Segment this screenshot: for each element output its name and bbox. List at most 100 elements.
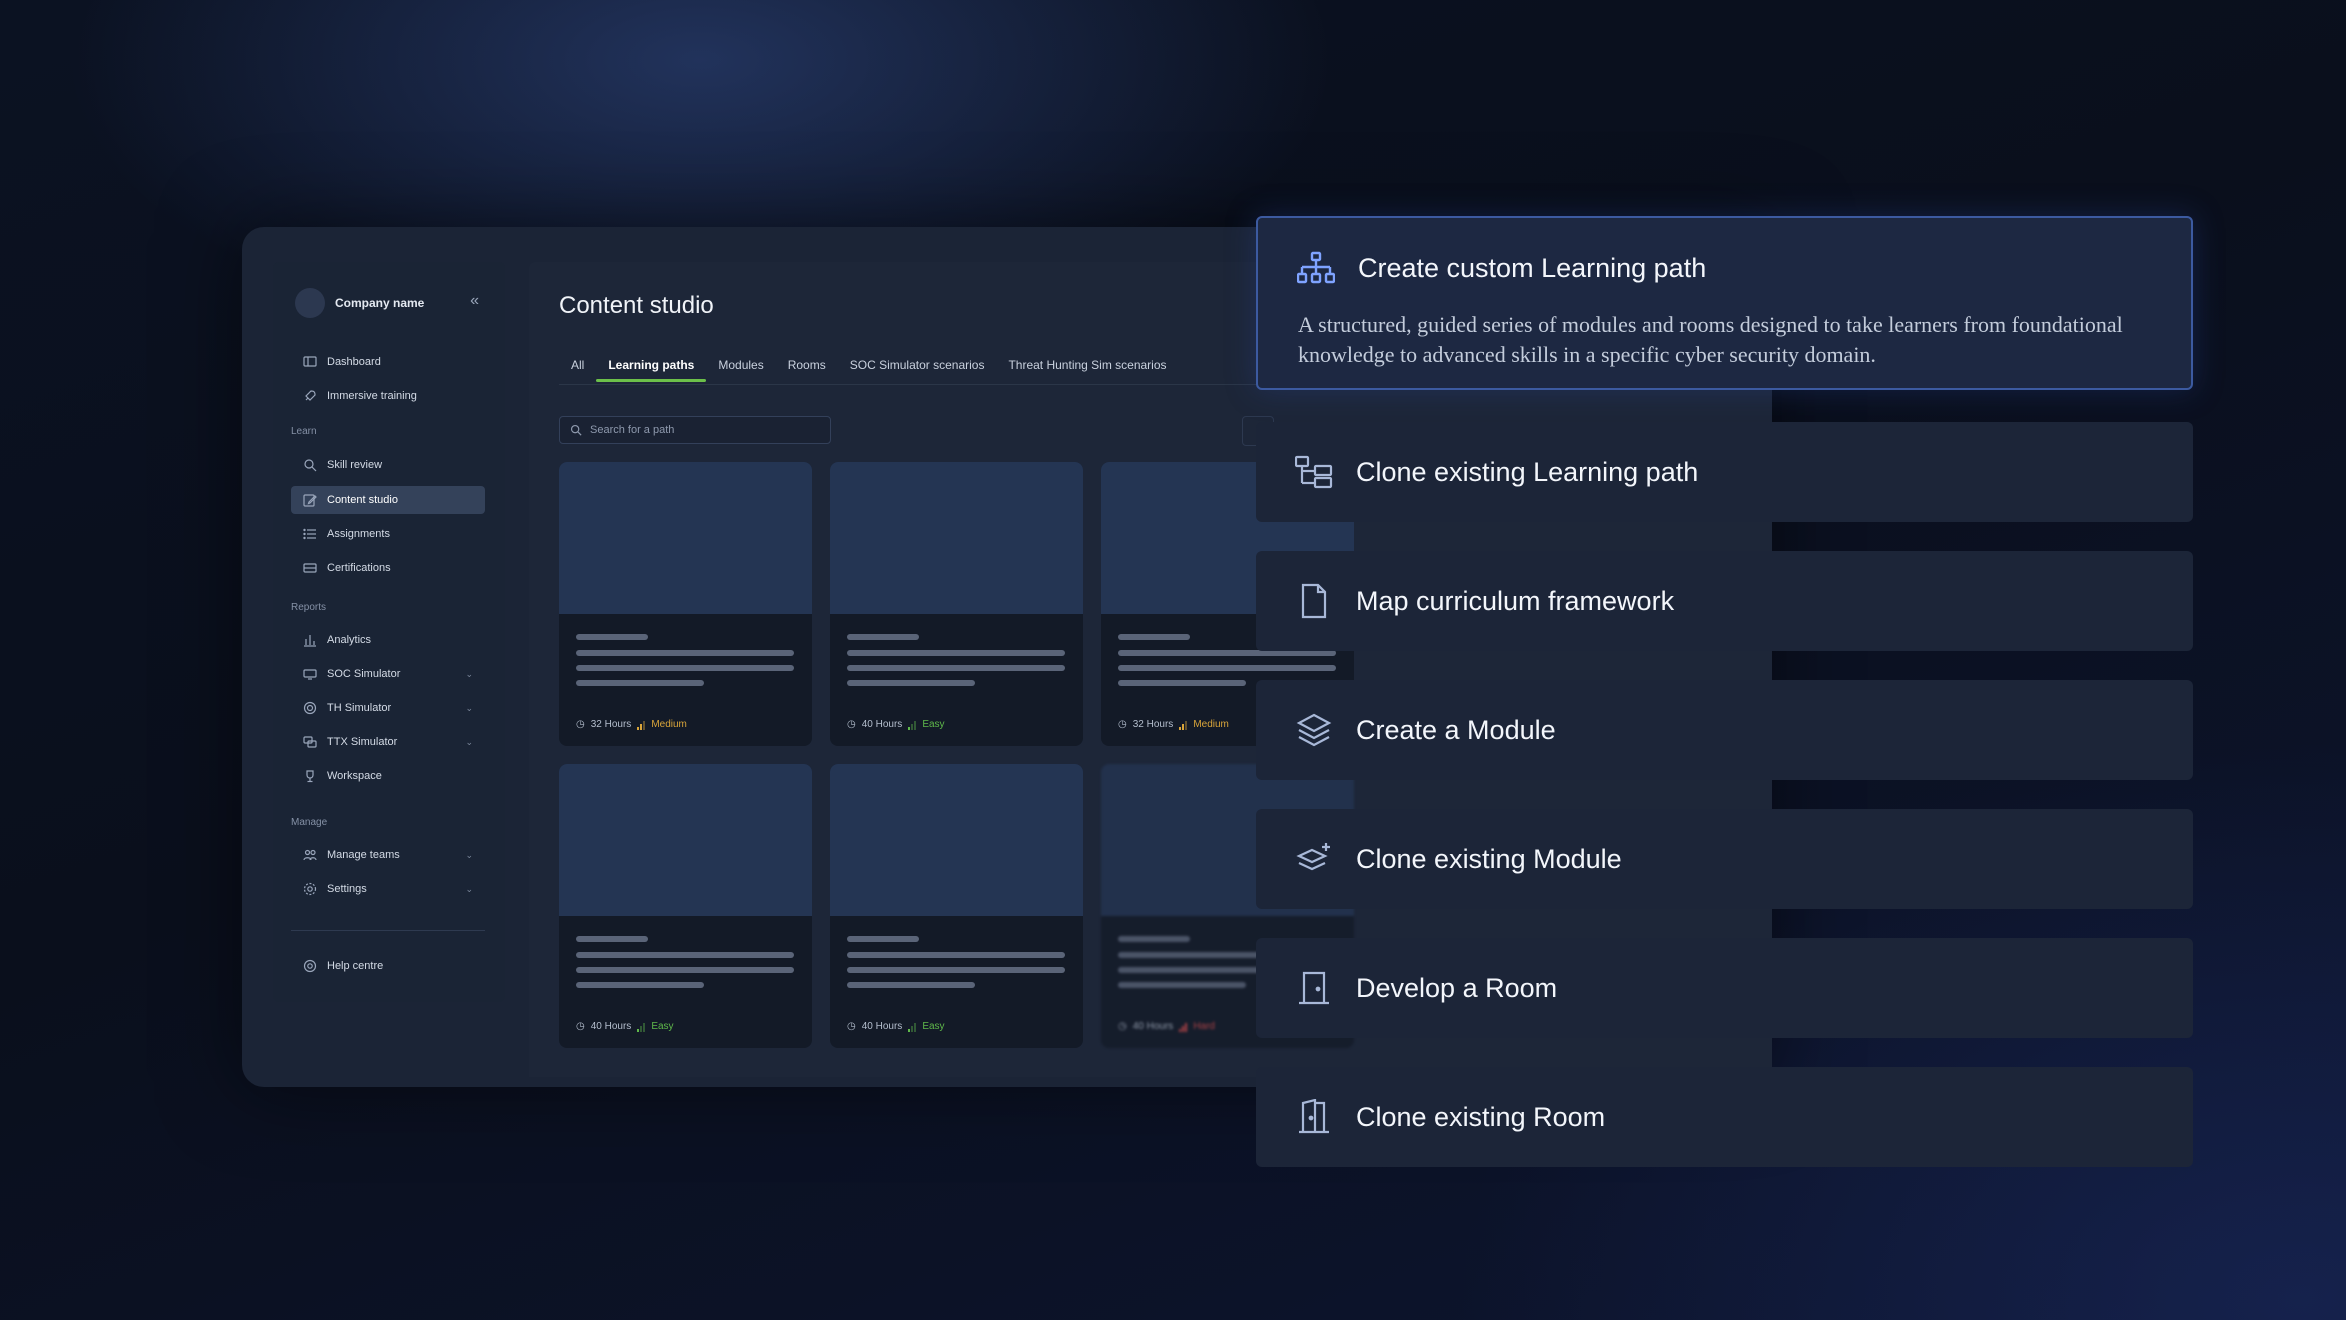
search-input[interactable]: Search for a path <box>559 416 831 444</box>
card-hours: 40 Hours <box>590 1021 632 1032</box>
sidebar-item-ttx-simulator[interactable]: TTX Simulator ⌄ <box>291 728 485 756</box>
option-title: Clone existing Learning path <box>1356 456 1699 487</box>
sidebar-item-label: Dashboard <box>327 356 381 368</box>
card-meta: ◷ 40 Hours Hard <box>1118 1021 1215 1032</box>
hierarchy-icon <box>1296 248 1336 288</box>
difficulty-bars-icon <box>1179 720 1188 730</box>
sidebar-item-label: SOC Simulator <box>327 668 401 680</box>
document-icon <box>1294 581 1334 621</box>
clock-icon: ◷ <box>576 719 585 730</box>
card-level: Hard <box>1193 1021 1215 1032</box>
card-text-placeholder <box>847 665 1065 671</box>
edit-icon <box>303 493 317 507</box>
card-meta: ◷ 40 Hours Easy <box>847 1021 945 1032</box>
card-text-placeholder <box>1118 665 1336 671</box>
card-text-placeholder <box>576 665 794 671</box>
learning-path-card[interactable]: ◷ 40 Hours Easy <box>559 764 812 1048</box>
sidebar-item-manage-teams[interactable]: Manage teams ⌄ <box>291 841 485 869</box>
card-hours: 40 Hours <box>861 719 903 730</box>
door-open-icon <box>1294 1097 1334 1137</box>
card-level: Medium <box>1193 719 1229 730</box>
clock-icon: ◷ <box>576 1021 585 1032</box>
card-text-placeholder <box>576 952 794 958</box>
sidebar-item-label: TH Simulator <box>327 702 392 714</box>
sidebar-item-label: Skill review <box>327 459 383 471</box>
list-icon <box>303 527 317 541</box>
gear-icon <box>303 882 317 896</box>
sidebar-item-label: Assignments <box>327 528 390 540</box>
tab-rooms[interactable]: Rooms <box>776 358 838 382</box>
card-title-placeholder <box>576 936 648 942</box>
collapse-sidebar-icon[interactable]: « <box>470 292 479 310</box>
option-clone-existing-room[interactable]: Clone existing Room <box>1256 1067 2193 1167</box>
card-text-placeholder <box>1118 680 1246 686</box>
option-create-custom-learning-path[interactable]: Create custom Learning path A structured… <box>1256 216 2193 390</box>
card-title-placeholder <box>847 936 919 942</box>
option-map-curriculum-framework[interactable]: Map curriculum framework <box>1256 551 2193 651</box>
tab-soc-simulator-scenarios[interactable]: SOC Simulator scenarios <box>838 358 997 382</box>
sidebar-item-settings[interactable]: Settings ⌄ <box>291 875 485 903</box>
option-title: Create a Module <box>1356 714 1556 745</box>
certificate-icon <box>303 561 317 575</box>
sidebar-item-label: Content studio <box>327 494 398 506</box>
option-clone-existing-module[interactable]: Clone existing Module <box>1256 809 2193 909</box>
sidebar-item-certifications[interactable]: Certifications <box>291 554 485 582</box>
help-icon <box>303 959 317 973</box>
team-icon <box>303 848 317 862</box>
chevron-down-icon[interactable]: ⌄ <box>465 669 473 680</box>
sidebar-item-content-studio[interactable]: Content studio <box>291 486 485 514</box>
sidebar-item-skill-review[interactable]: Skill review <box>291 451 485 479</box>
rocket-icon <box>303 389 317 403</box>
search-icon <box>303 458 317 472</box>
sidebar-item-assignments[interactable]: Assignments <box>291 520 485 548</box>
clone-tree-icon <box>1294 452 1334 492</box>
card-thumbnail <box>830 462 1083 614</box>
sidebar-item-immersive-training[interactable]: Immersive training <box>291 382 485 410</box>
section-learn: Learn <box>291 426 317 437</box>
difficulty-bars-icon <box>1179 1022 1188 1032</box>
learning-path-card[interactable]: ◷ 32 Hours Medium <box>559 462 812 746</box>
layers-icon <box>1294 710 1334 750</box>
sidebar-item-soc-simulator[interactable]: SOC Simulator ⌄ <box>291 660 485 688</box>
card-text-placeholder <box>576 982 704 988</box>
tab-learning-paths[interactable]: Learning paths <box>596 358 707 382</box>
card-text-placeholder <box>847 982 975 988</box>
sidebar-item-analytics[interactable]: Analytics <box>291 626 485 654</box>
card-text-placeholder <box>847 650 1065 656</box>
card-title-placeholder <box>847 634 919 640</box>
chevron-down-icon[interactable]: ⌄ <box>465 703 473 714</box>
option-create-a-module[interactable]: Create a Module <box>1256 680 2193 780</box>
sidebar-item-dashboard[interactable]: Dashboard <box>291 348 485 376</box>
sidebar-item-th-simulator[interactable]: TH Simulator ⌄ <box>291 694 485 722</box>
sidebar-item-label: Immersive training <box>327 390 417 402</box>
card-text-placeholder <box>576 967 794 973</box>
tab-modules[interactable]: Modules <box>706 358 775 382</box>
sidebar-item-workspace[interactable]: Workspace <box>291 762 485 790</box>
card-thumbnail <box>559 462 812 614</box>
card-hours: 40 Hours <box>1132 1021 1174 1032</box>
option-title: Develop a Room <box>1356 972 1558 1003</box>
company-avatar <box>295 288 325 318</box>
clock-icon: ◷ <box>1118 1021 1127 1032</box>
card-level: Easy <box>651 1021 674 1032</box>
clock-icon: ◷ <box>847 1021 856 1032</box>
dashboard-icon <box>303 355 317 369</box>
company-switcher[interactable]: Company name <box>295 288 424 318</box>
tab-all[interactable]: All <box>559 358 596 382</box>
tab-threat-hunting-sim-scenarios[interactable]: Threat Hunting Sim scenarios <box>996 358 1178 382</box>
chevron-down-icon[interactable]: ⌄ <box>465 850 473 861</box>
sidebar-divider <box>291 930 485 931</box>
option-title: Clone existing Room <box>1356 1101 1606 1132</box>
card-meta: ◷ 32 Hours Medium <box>1118 719 1229 730</box>
sidebar-item-help-centre[interactable]: Help centre <box>291 952 485 980</box>
option-develop-a-room[interactable]: Develop a Room <box>1256 938 2193 1038</box>
sidebar-item-label: Certifications <box>327 562 391 574</box>
chevron-down-icon[interactable]: ⌄ <box>465 884 473 895</box>
option-title: Map curriculum framework <box>1356 585 1675 616</box>
learning-path-card[interactable]: ◷ 40 Hours Easy <box>830 764 1083 1048</box>
option-clone-existing-learning-path[interactable]: Clone existing Learning path <box>1256 422 2193 522</box>
card-text-placeholder <box>847 967 1065 973</box>
option-title: Clone existing Module <box>1356 843 1622 874</box>
chevron-down-icon[interactable]: ⌄ <box>465 737 473 748</box>
learning-path-card[interactable]: ◷ 40 Hours Easy <box>830 462 1083 746</box>
